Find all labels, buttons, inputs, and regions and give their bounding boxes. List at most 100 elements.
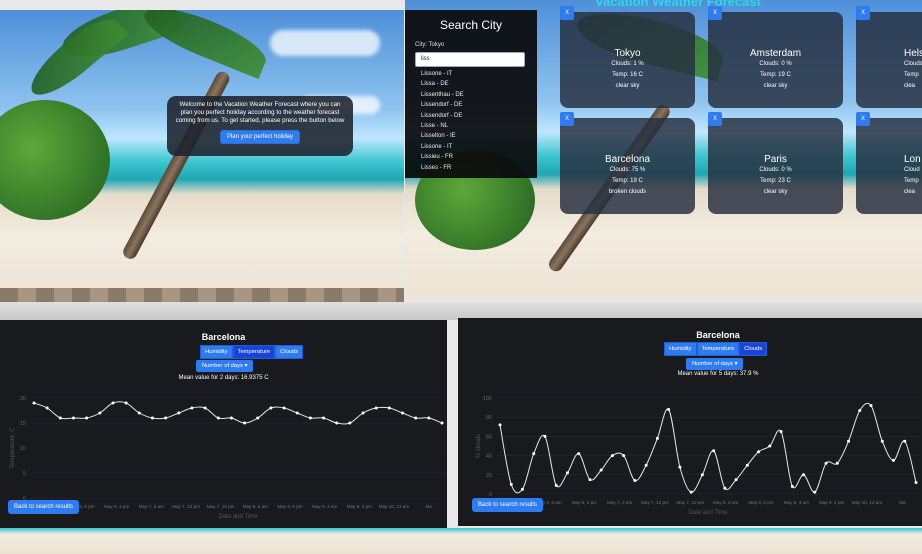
tab-temperature[interactable]: Temperature — [232, 345, 276, 359]
city-card-helsinki: X Hels Clouds Temp clea — [856, 6, 922, 108]
x-tick-label: May 6, 4 pm — [104, 504, 129, 509]
x-tick-label: Ma — [425, 504, 432, 509]
card-clouds: Cloud — [904, 167, 920, 173]
data-point — [655, 436, 659, 440]
card-clouds: Clouds: 75 % — [609, 167, 646, 173]
x-tick-label: May 7, 10 pm — [207, 504, 235, 509]
card-city: Hels — [904, 48, 922, 59]
data-point — [98, 411, 102, 415]
back-to-search-button[interactable]: Back to search results — [8, 500, 80, 514]
remove-city-button[interactable]: X — [560, 6, 574, 20]
x-axis-label: Date and Time — [688, 510, 728, 516]
remove-city-button[interactable]: X — [708, 112, 722, 126]
suggestion-item[interactable]: Lissendorf - DE — [421, 100, 537, 110]
plan-holiday-button[interactable]: Plan your perfect holiday — [219, 130, 301, 144]
wooden-deck — [0, 288, 404, 302]
y-tick-label: 40 — [486, 454, 492, 460]
beach-background-strip — [0, 528, 922, 554]
welcome-screen: Welcome to the Vacation Weather Forecast… — [0, 10, 404, 302]
data-point — [374, 406, 378, 410]
y-tick-label: 10 — [20, 446, 26, 452]
data-point — [824, 461, 828, 465]
city-card-tokyo: X Tokyo Clouds: 1 % Temp: 16 C clear sky — [560, 6, 695, 108]
city-search-input[interactable]: liss — [415, 52, 525, 67]
data-point — [295, 411, 299, 415]
temperature-chart-screen: Barcelona Humidity Temperature Clouds Nu… — [0, 320, 447, 528]
x-tick-label: May 7, 10 pm — [676, 500, 704, 505]
y-tick-label: 60 — [486, 434, 492, 440]
card-clouds: Clouds: 0 % — [759, 61, 792, 67]
x-tick-label: May 8, 6 pm — [277, 504, 302, 509]
data-point — [308, 416, 312, 420]
data-point — [85, 416, 89, 420]
data-point — [588, 478, 592, 482]
suggestion-item[interactable]: Lissenthau - DE — [421, 90, 537, 100]
data-point — [610, 454, 614, 458]
tab-clouds[interactable]: Clouds — [739, 342, 768, 356]
suggestion-list: Lissone - IT Lissa - DE Lissenthau - DE … — [421, 69, 537, 173]
data-point — [124, 401, 128, 405]
remove-city-button[interactable]: X — [856, 112, 870, 126]
data-point — [401, 411, 405, 415]
chart-city-title: Barcelona — [696, 330, 740, 340]
data-point — [790, 484, 794, 488]
card-city: Lon — [904, 154, 921, 165]
data-point — [622, 454, 626, 458]
x-tick-label: May 6, 4 pm — [572, 500, 597, 505]
data-point — [768, 444, 772, 448]
metric-tabs: Humidity Temperature Clouds — [200, 345, 304, 359]
y-tick-label: 15 — [20, 421, 26, 427]
suggestion-item[interactable]: Lissone - IT — [421, 69, 537, 79]
data-point — [427, 416, 431, 420]
data-point — [565, 471, 569, 475]
metric-tabs: Humidity Temperature Clouds — [664, 342, 768, 356]
tab-temperature[interactable]: Temperature — [696, 342, 740, 356]
app-title: Vacation Weather Forecast — [595, 0, 761, 9]
x-tick-label: May 7, 12 pm — [172, 504, 200, 509]
remove-city-button[interactable]: X — [560, 112, 574, 126]
data-point — [32, 401, 36, 405]
data-point — [847, 439, 851, 443]
card-description: clear sky — [615, 83, 640, 89]
card-description: clear sky — [763, 189, 788, 195]
remove-city-button[interactable]: X — [856, 6, 870, 20]
suggestion-item[interactable]: Lisses - FR — [421, 163, 537, 173]
data-point — [734, 478, 738, 482]
card-city: Paris — [764, 154, 787, 165]
suggestion-item[interactable]: Lissone - IT — [421, 142, 537, 152]
data-point — [58, 416, 62, 420]
search-title: Search City — [439, 18, 503, 32]
city-card-paris: X Paris Clouds: 0 % Temp: 23 C clear sky — [708, 112, 843, 214]
remove-city-button[interactable]: X — [708, 6, 722, 20]
search-screen: Vacation Weather Forecast Search City Ci… — [405, 0, 922, 300]
data-point — [813, 490, 817, 494]
data-point — [440, 421, 444, 425]
tab-humidity[interactable]: Humidity — [664, 342, 697, 356]
x-tick-label: May 10, 12 am — [852, 500, 883, 505]
data-point — [229, 416, 233, 420]
data-point — [414, 416, 418, 420]
data-point — [903, 439, 907, 443]
suggestion-item[interactable]: Lissa - DE — [421, 79, 537, 89]
palm-frond — [21, 10, 129, 106]
data-point — [45, 406, 49, 410]
suggestion-item[interactable]: Lisse - NL — [421, 121, 537, 131]
y-tick-label: 20 — [486, 473, 492, 479]
x-tick-label: May 9, 4 am — [784, 500, 809, 505]
card-description: clea — [904, 83, 916, 89]
x-tick-label: May 9, 2 pm — [819, 500, 844, 505]
suggestion-item[interactable]: Lissieu - FR — [421, 152, 537, 162]
palm-frond — [137, 10, 273, 80]
data-point — [914, 480, 918, 484]
data-point — [678, 465, 682, 469]
back-to-search-button[interactable]: Back to search results — [472, 498, 544, 512]
data-point — [335, 421, 339, 425]
x-tick-label: May 7, 2 am — [607, 500, 632, 505]
card-city: Amsterdam — [749, 48, 802, 59]
suggestion-item[interactable]: Lisselton - IE — [421, 131, 537, 141]
tab-clouds[interactable]: Clouds — [275, 345, 304, 359]
card-clouds: Clouds — [904, 61, 922, 67]
tab-humidity[interactable]: Humidity — [200, 345, 233, 359]
suggestion-item[interactable]: Lissendorf - DE — [421, 111, 537, 121]
data-point — [779, 430, 783, 434]
